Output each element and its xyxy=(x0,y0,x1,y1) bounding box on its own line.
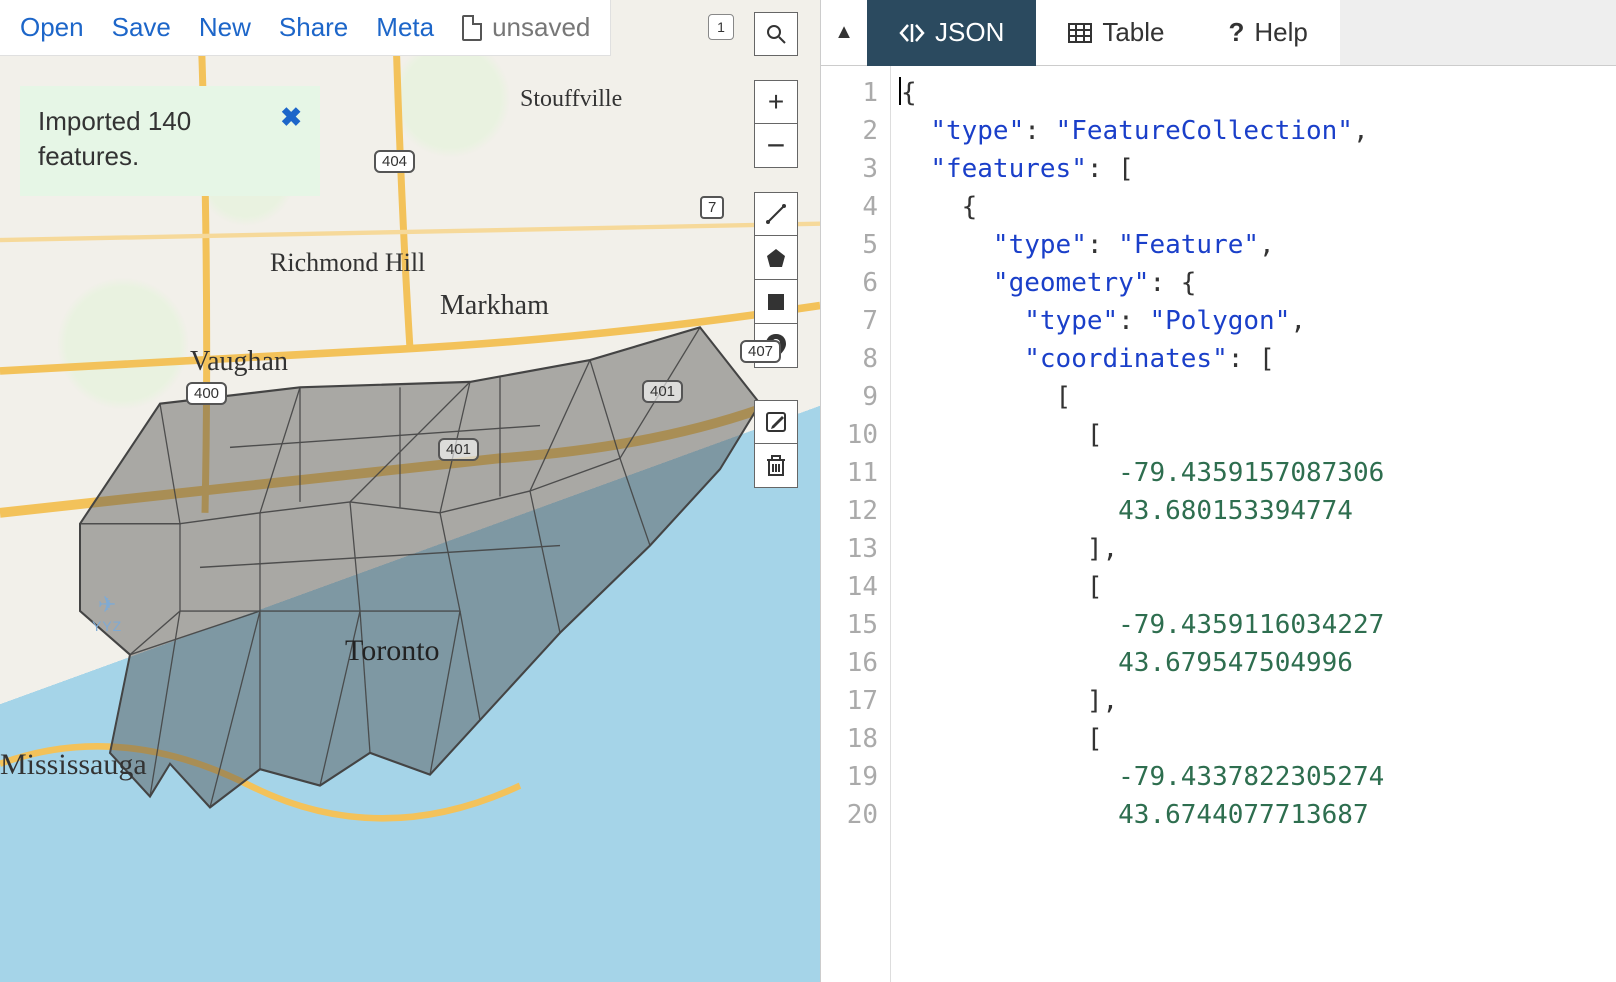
code-line[interactable]: "type": "Feature", xyxy=(899,226,1616,264)
editor-tabs: ▲ JSON Table ? Help xyxy=(821,0,1616,66)
search-control xyxy=(754,12,798,56)
menu-share[interactable]: Share xyxy=(279,12,348,43)
import-notice: Imported 140 features. ✖ xyxy=(20,86,320,196)
code-line[interactable]: -79.4337822305274 xyxy=(899,758,1616,796)
table-icon xyxy=(1068,23,1092,43)
layer-badge[interactable]: 1 xyxy=(708,14,734,40)
trash-icon[interactable] xyxy=(754,444,798,488)
draw-line-icon[interactable] xyxy=(754,192,798,236)
help-icon: ? xyxy=(1229,17,1245,48)
code-line[interactable]: "coordinates": [ xyxy=(899,340,1616,378)
menubar: Open Save New Share Meta unsaved xyxy=(0,0,611,56)
code-line[interactable]: "type": "FeatureCollection", xyxy=(899,112,1616,150)
code-line[interactable]: "geometry": { xyxy=(899,264,1616,302)
current-file: unsaved xyxy=(462,12,590,43)
menu-open[interactable]: Open xyxy=(20,12,84,43)
code-line[interactable]: 43.679547504996 xyxy=(899,644,1616,682)
notice-text: Imported 140 features. xyxy=(38,106,191,171)
code-line[interactable]: { xyxy=(899,74,1616,112)
tab-json-label: JSON xyxy=(935,17,1004,48)
code-line[interactable]: "features": [ xyxy=(899,150,1616,188)
draw-polygon-icon[interactable] xyxy=(754,236,798,280)
edit-icon[interactable] xyxy=(754,400,798,444)
zoom-out-button[interactable]: − xyxy=(754,124,798,168)
code-icon xyxy=(899,23,925,43)
code-line[interactable]: "type": "Polygon", xyxy=(899,302,1616,340)
code-line[interactable]: ], xyxy=(899,530,1616,568)
code-line[interactable]: { xyxy=(899,188,1616,226)
tab-help[interactable]: ? Help xyxy=(1197,0,1340,66)
code-source[interactable]: { "type": "FeatureCollection", "features… xyxy=(891,66,1616,982)
edit-tools xyxy=(754,400,798,488)
code-line[interactable]: [ xyxy=(899,568,1616,606)
code-line[interactable]: [ xyxy=(899,416,1616,454)
code-line[interactable]: 43.6744077713687 xyxy=(899,796,1616,834)
tabs-spacer xyxy=(1340,0,1616,66)
collapse-panel-button[interactable]: ▲ xyxy=(821,0,867,66)
menu-new[interactable]: New xyxy=(199,12,251,43)
draw-tools xyxy=(754,192,798,368)
tab-help-label: Help xyxy=(1254,17,1307,48)
tab-json[interactable]: JSON xyxy=(867,0,1036,66)
file-icon xyxy=(462,15,482,41)
zoom-in-button[interactable]: + xyxy=(754,80,798,124)
code-line[interactable]: [ xyxy=(899,378,1616,416)
close-icon[interactable]: ✖ xyxy=(280,100,302,135)
draw-marker-icon[interactable] xyxy=(754,324,798,368)
zoom-controls: + − xyxy=(754,80,798,168)
menu-save[interactable]: Save xyxy=(112,12,171,43)
code-line[interactable]: -79.4359157087306 xyxy=(899,454,1616,492)
map-pane[interactable]: Open Save New Share Meta unsaved Importe… xyxy=(0,0,820,982)
code-editor[interactable]: 1234567891011121314151617181920 { "type"… xyxy=(821,66,1616,982)
file-name: unsaved xyxy=(492,12,590,43)
code-line[interactable]: -79.4359116034227 xyxy=(899,606,1616,644)
menu-meta[interactable]: Meta xyxy=(376,12,434,43)
tab-table-label: Table xyxy=(1102,17,1164,48)
code-line[interactable]: ], xyxy=(899,682,1616,720)
editor-pane: ▲ JSON Table ? Help 12345678910111213141… xyxy=(820,0,1616,982)
line-gutter: 1234567891011121314151617181920 xyxy=(821,66,891,982)
code-line[interactable]: [ xyxy=(899,720,1616,758)
tab-table[interactable]: Table xyxy=(1036,0,1196,66)
search-icon[interactable] xyxy=(754,12,798,56)
code-line[interactable]: 43.680153394774 xyxy=(899,492,1616,530)
draw-rectangle-icon[interactable] xyxy=(754,280,798,324)
